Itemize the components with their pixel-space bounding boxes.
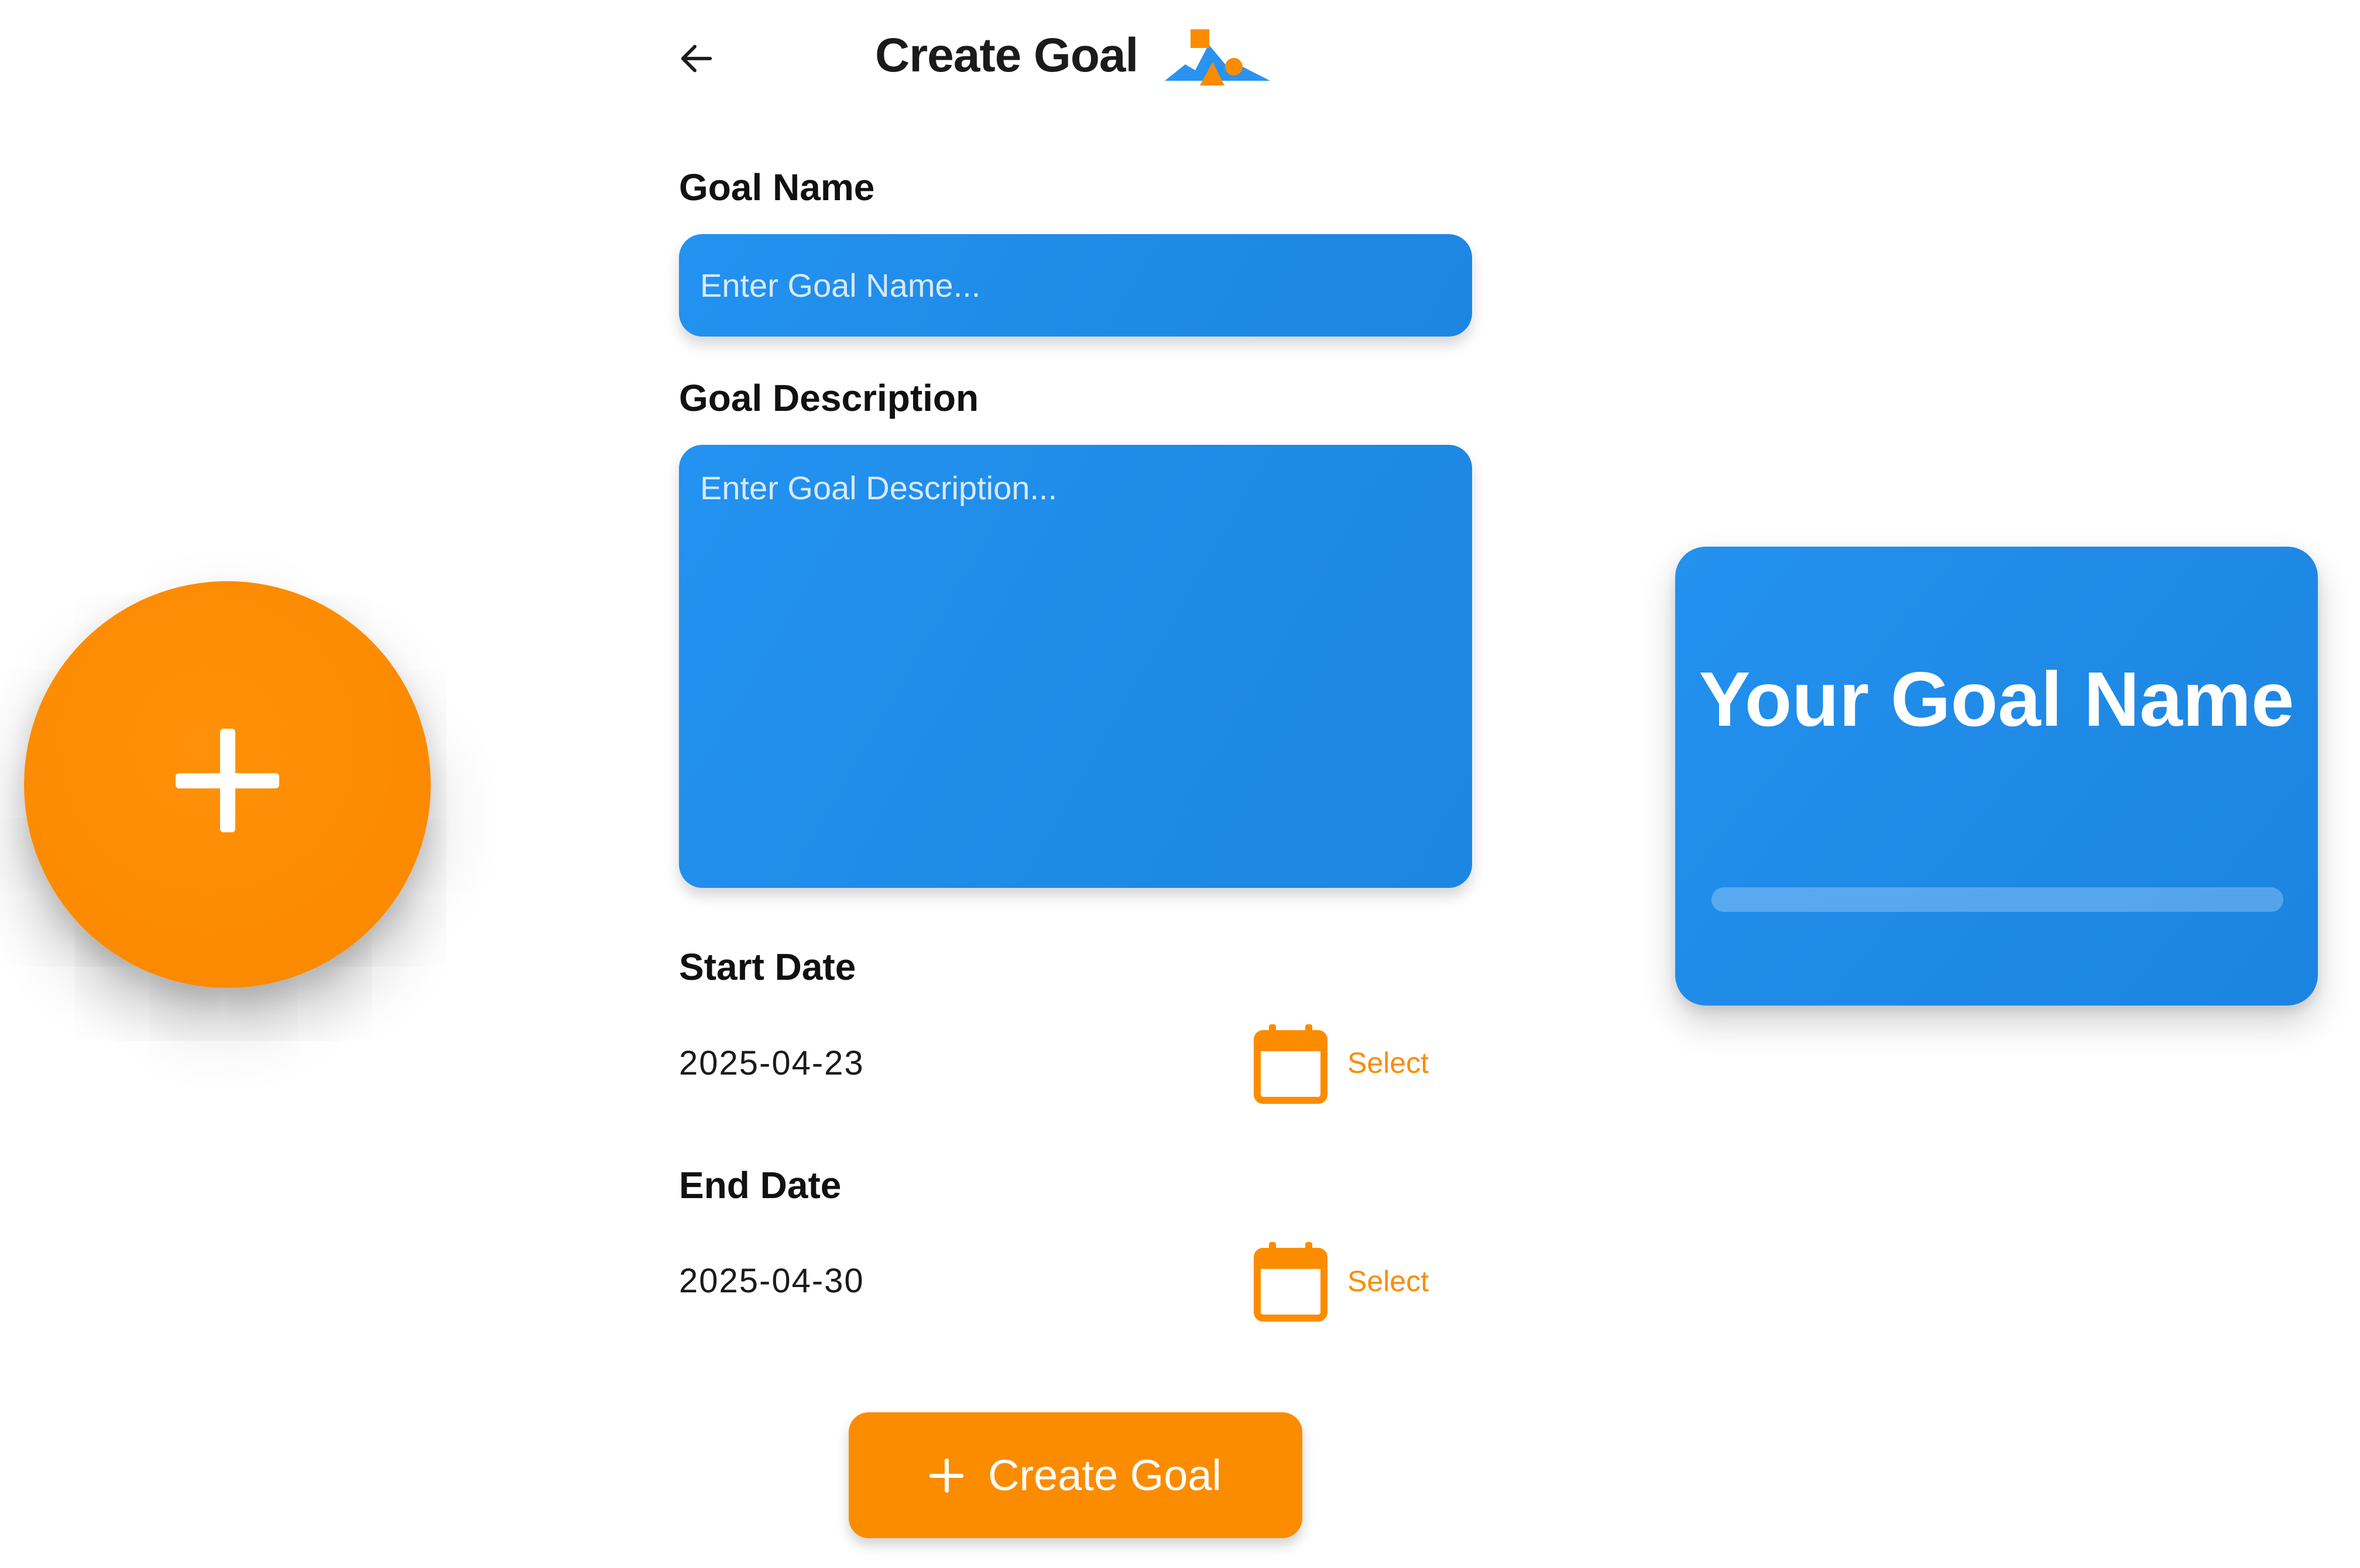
- create-goal-button-label: Create Goal: [988, 1451, 1222, 1500]
- plus-icon: [929, 1458, 963, 1492]
- calendar-icon[interactable]: [1253, 1023, 1329, 1105]
- start-date-value: 2025-04-23: [679, 1044, 865, 1082]
- end-date-value: 2025-04-30: [679, 1262, 865, 1300]
- add-goal-fab[interactable]: [24, 581, 431, 988]
- goal-name-label: Goal Name: [679, 166, 875, 208]
- create-goal-screen: Create Goal Goal Name Goal Description S…: [644, 0, 1516, 1568]
- plus-icon-vertical: [220, 729, 235, 832]
- goal-name-input[interactable]: [679, 234, 1472, 337]
- start-date-label: Start Date: [679, 946, 856, 988]
- mountain-shapes-logo-icon: [1165, 29, 1270, 85]
- page-title: Create Goal: [875, 29, 1138, 82]
- back-button[interactable]: [673, 35, 720, 82]
- goal-preview-card: Your Goal Name: [1675, 547, 2318, 1006]
- end-date-select-button[interactable]: Select: [1347, 1264, 1429, 1298]
- canvas: Create Goal Goal Name Goal Description S…: [0, 0, 2360, 1568]
- start-date-select-button[interactable]: Select: [1347, 1046, 1429, 1080]
- calendar-icon[interactable]: [1253, 1241, 1329, 1323]
- create-goal-button[interactable]: Create Goal: [849, 1412, 1302, 1538]
- preview-goal-name: Your Goal Name: [1699, 656, 2294, 742]
- goal-description-label: Goal Description: [679, 377, 979, 419]
- progress-bar: [1711, 887, 2283, 912]
- goal-description-textarea[interactable]: [679, 445, 1472, 888]
- arrow-left-icon: [681, 44, 712, 73]
- app-header: Create Goal: [644, 0, 1516, 117]
- end-date-label: End Date: [679, 1164, 842, 1206]
